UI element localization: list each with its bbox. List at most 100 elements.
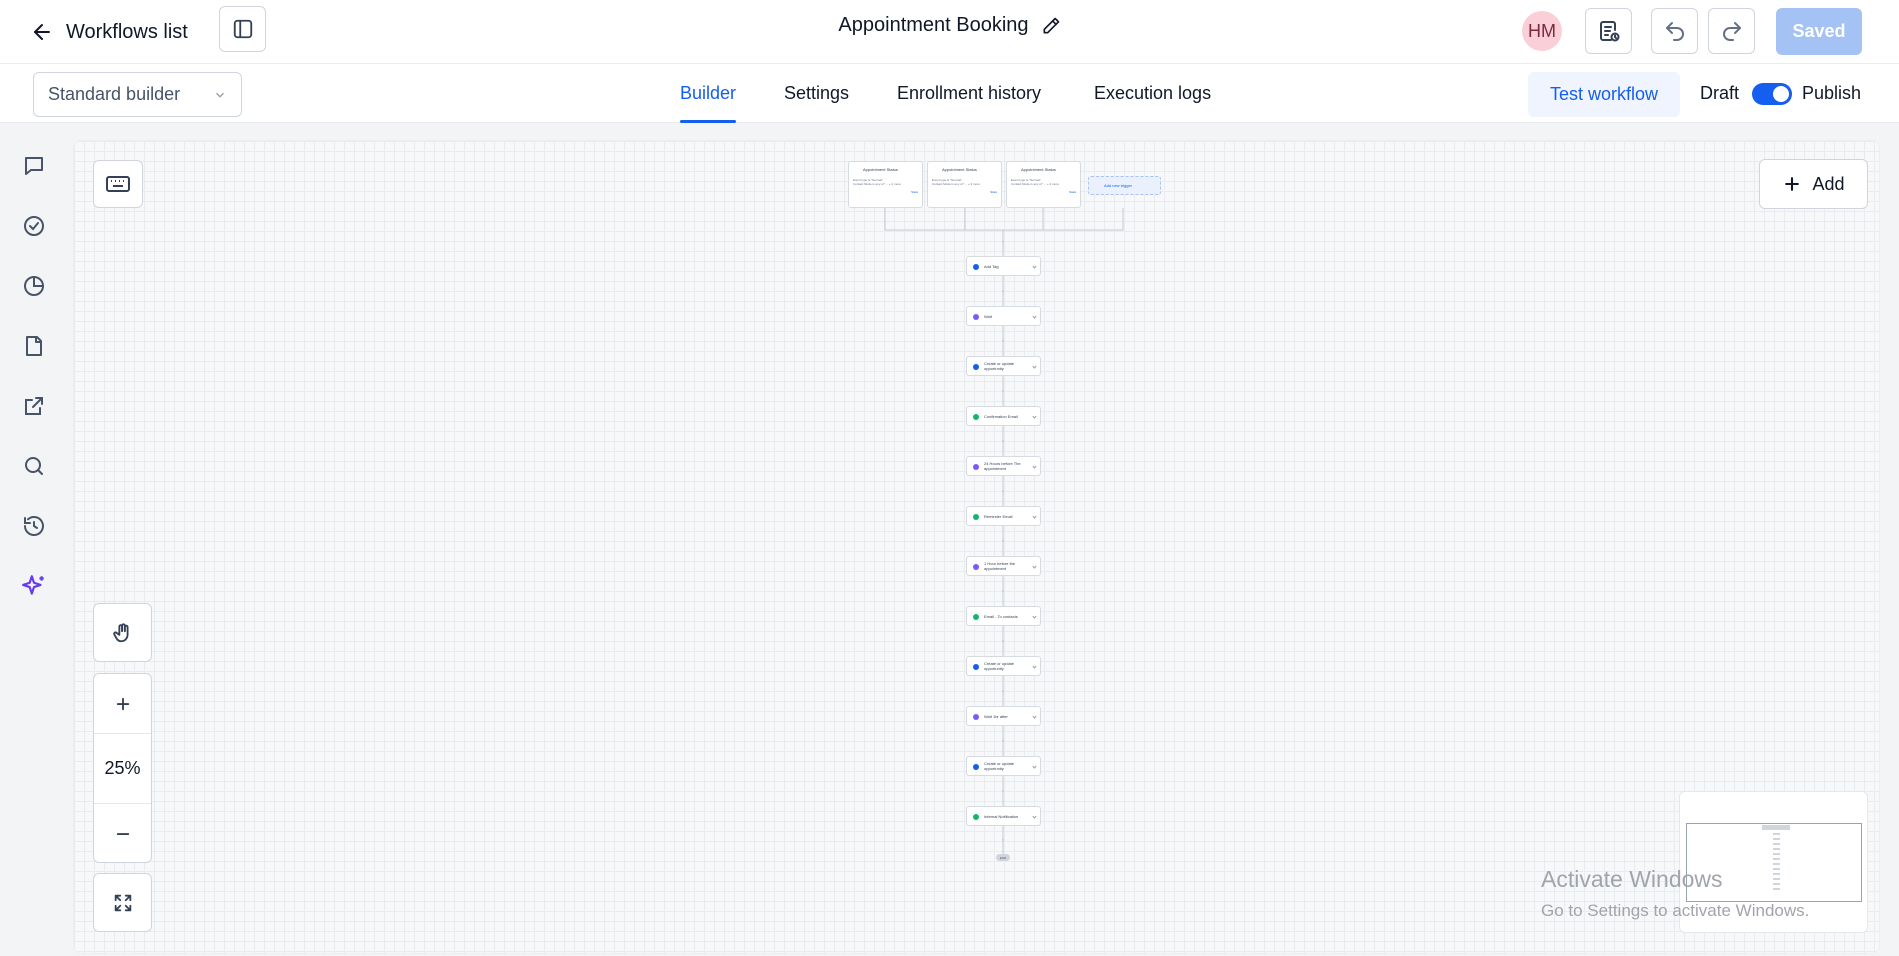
redo-icon	[1722, 22, 1741, 41]
top-bar: Workflows list Appointment Booking HM Sa…	[0, 0, 1899, 64]
publish-toggle[interactable]	[1752, 83, 1792, 105]
clock-icon	[973, 564, 979, 570]
chevron-down-icon	[1032, 314, 1037, 319]
trigger-card[interactable]: Appointment Status Event type is "Normal…	[848, 161, 923, 208]
builder-mode-select[interactable]: Standard builder	[33, 72, 242, 117]
trigger-card[interactable]: Appointment Status Event type is "Normal…	[927, 161, 1002, 208]
keyboard-shortcuts-button[interactable]	[93, 160, 143, 208]
search-icon[interactable]	[21, 453, 47, 479]
trigger-title: Appointment Status	[1021, 167, 1056, 172]
workflow-title[interactable]: Appointment Booking	[838, 14, 1028, 37]
chevron-down-icon	[1032, 264, 1037, 269]
action-label: 24 Hours before The appointment	[984, 461, 1021, 471]
pencil-edit-icon[interactable]	[1041, 16, 1061, 36]
trigger-condition: Contact Mode is any of "... + 2 more	[932, 182, 980, 186]
add-trigger-button[interactable]: Add new trigger	[1088, 176, 1161, 195]
email-icon	[973, 614, 979, 620]
trigger-condition: Contact Mode is any of "... + 2 more	[1011, 182, 1059, 186]
tab-settings[interactable]: Settings	[784, 64, 849, 123]
watermark-title: Activate Windows	[1541, 866, 1723, 892]
file-icon[interactable]	[21, 333, 47, 359]
chevron-down-icon	[1032, 364, 1037, 369]
action-label: Email - To contacts	[984, 613, 1018, 619]
action-node[interactable]: Create or update opportunity	[966, 756, 1041, 776]
action-label: Wait 1hr after	[984, 713, 1008, 719]
minus-icon	[116, 833, 129, 835]
sidebar-toggle-button[interactable]	[219, 6, 266, 52]
action-node[interactable]: 24 Hours before The appointment	[966, 456, 1041, 476]
action-node[interactable]: Create or update opportunity	[966, 356, 1041, 376]
chevron-down-icon	[1032, 514, 1037, 519]
action-node[interactable]: Email - To contacts	[966, 606, 1041, 626]
action-node[interactable]: Add Tag	[966, 256, 1041, 276]
document-clock-icon	[1599, 21, 1619, 42]
publish-label: Publish	[1802, 83, 1862, 103]
opportunity-icon	[973, 364, 979, 370]
action-node[interactable]: Confirmation Email	[966, 406, 1041, 426]
test-workflow-button[interactable]: Test workflow	[1528, 72, 1680, 117]
left-rail	[0, 123, 70, 956]
hand-icon	[112, 622, 128, 642]
saved-button[interactable]: Saved	[1776, 8, 1862, 55]
chevron-down-icon	[1032, 764, 1037, 769]
clock-icon	[973, 464, 979, 470]
external-link-icon[interactable]	[21, 393, 47, 419]
zoom-out-button[interactable]	[94, 804, 151, 864]
back-to-workflows-button[interactable]: Workflows list	[30, 14, 188, 50]
expand-icon	[114, 894, 131, 911]
zoom-in-button[interactable]	[94, 674, 151, 734]
action-label: Create or update opportunity	[984, 361, 1015, 371]
chat-icon[interactable]	[21, 153, 47, 179]
tab-execution-logs[interactable]: Execution logs	[1094, 64, 1211, 123]
undo-button[interactable]	[1651, 8, 1698, 54]
sub-bar: Standard builder Builder Settings Enroll…	[0, 64, 1899, 123]
action-node[interactable]: Wait	[966, 306, 1041, 326]
pan-tool-button[interactable]	[93, 603, 152, 662]
fit-view-button[interactable]	[93, 873, 152, 932]
sidebar-panel-icon	[233, 19, 252, 39]
user-avatar[interactable]: HM	[1522, 11, 1562, 51]
builder-mode-value: Standard builder	[48, 84, 181, 104]
plus-icon	[116, 697, 129, 710]
zoom-level: 25%	[94, 734, 151, 804]
history-icon[interactable]	[21, 513, 47, 539]
chevron-down-icon	[1032, 814, 1037, 819]
action-node[interactable]: Internal Notification	[966, 806, 1041, 826]
chevron-down-icon	[1032, 414, 1037, 419]
pie-chart-icon[interactable]	[21, 273, 47, 299]
trigger-stats[interactable]: Stats	[853, 190, 918, 194]
tag-icon	[973, 264, 979, 270]
tab-builder[interactable]: Builder	[680, 64, 737, 123]
action-label: 1 Hour before the appointment	[984, 561, 1016, 571]
redo-button[interactable]	[1708, 8, 1755, 54]
check-circle-icon[interactable]	[21, 213, 47, 239]
email-icon	[973, 514, 979, 520]
clock-icon	[973, 714, 979, 720]
watermark-subtitle: Go to Settings to activate Windows.	[1541, 901, 1810, 920]
chevron-down-icon	[1032, 464, 1037, 469]
add-node-button[interactable]: Add	[1759, 159, 1868, 209]
action-label: Add Tag	[984, 263, 999, 269]
notes-button[interactable]	[1585, 8, 1632, 54]
tab-enrollment-history[interactable]: Enrollment history	[897, 64, 1041, 123]
trigger-card[interactable]: Appointment Status Event type is "Normal…	[1006, 161, 1081, 208]
action-label: Internal Notification	[984, 813, 1019, 819]
action-label: Wait	[984, 313, 992, 319]
undo-icon	[1665, 22, 1684, 41]
trigger-condition: Contact Mode is any of "... + 2 more	[853, 182, 901, 186]
zoom-controls: 25%	[93, 673, 152, 863]
back-label: Workflows list	[66, 20, 188, 43]
action-node[interactable]: Reminder Email	[966, 506, 1041, 526]
sparkles-icon[interactable]	[21, 573, 47, 599]
email-icon	[973, 414, 979, 420]
action-node[interactable]: Create or update opportunity	[966, 656, 1041, 676]
trigger-stats[interactable]: Stats	[1011, 190, 1076, 194]
chevron-down-icon	[1032, 714, 1037, 719]
trigger-stats[interactable]: Stats	[932, 190, 997, 194]
keyboard-icon	[106, 176, 130, 192]
action-node[interactable]: Wait 1hr after	[966, 706, 1041, 726]
arrow-left-icon	[34, 24, 50, 40]
add-label: Add	[1812, 173, 1845, 194]
action-node[interactable]: 1 Hour before the appointment	[966, 556, 1041, 576]
chevron-down-icon	[1032, 614, 1037, 619]
